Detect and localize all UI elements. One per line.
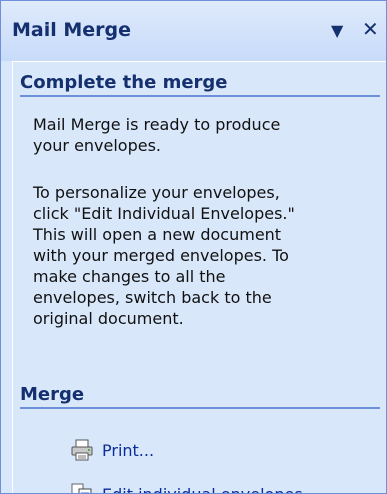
- task-pane-titlebar: Mail Merge ▼ ✕: [1, 1, 386, 61]
- close-icon[interactable]: ✕: [362, 17, 379, 41]
- section-header-complete-merge: Complete the merge: [20, 72, 380, 97]
- paragraph-line: To personalize your envelopes,: [33, 183, 280, 202]
- task-pane-body: Complete the merge Mail Merge is ready t…: [12, 61, 386, 494]
- mail-merge-task-pane: Mail Merge ▼ ✕ Complete the merge Mail M…: [0, 0, 387, 494]
- paragraph-line: your envelopes.: [33, 136, 162, 155]
- ready-paragraph: Mail Merge is ready to produce your enve…: [33, 114, 373, 156]
- paragraph-line: click "Edit Individual Envelopes.": [33, 204, 295, 223]
- print-link[interactable]: Print...: [70, 437, 154, 463]
- paragraph-line: envelopes, switch back to the: [33, 288, 272, 307]
- edit-individual-envelopes-link[interactable]: Edit individual envelopes...: [70, 481, 318, 494]
- edit-individual-envelopes-label[interactable]: Edit individual envelopes...: [102, 485, 318, 494]
- paragraph-line: with your merged envelopes. To: [33, 246, 289, 265]
- printer-icon: [70, 439, 94, 461]
- instructions-paragraph: To personalize your envelopes, click "Ed…: [33, 182, 373, 329]
- paragraph-line: Mail Merge is ready to produce: [33, 115, 281, 134]
- paragraph-line: original document.: [33, 309, 184, 328]
- section-header-merge: Merge: [20, 384, 380, 409]
- task-pane-title: Mail Merge: [12, 19, 132, 41]
- edit-document-icon: [70, 483, 94, 493]
- print-label[interactable]: Print...: [102, 441, 154, 460]
- paragraph-line: This will open a new document: [33, 225, 282, 244]
- dropdown-icon[interactable]: ▼: [331, 21, 343, 40]
- paragraph-line: make changes to all the: [33, 267, 226, 286]
